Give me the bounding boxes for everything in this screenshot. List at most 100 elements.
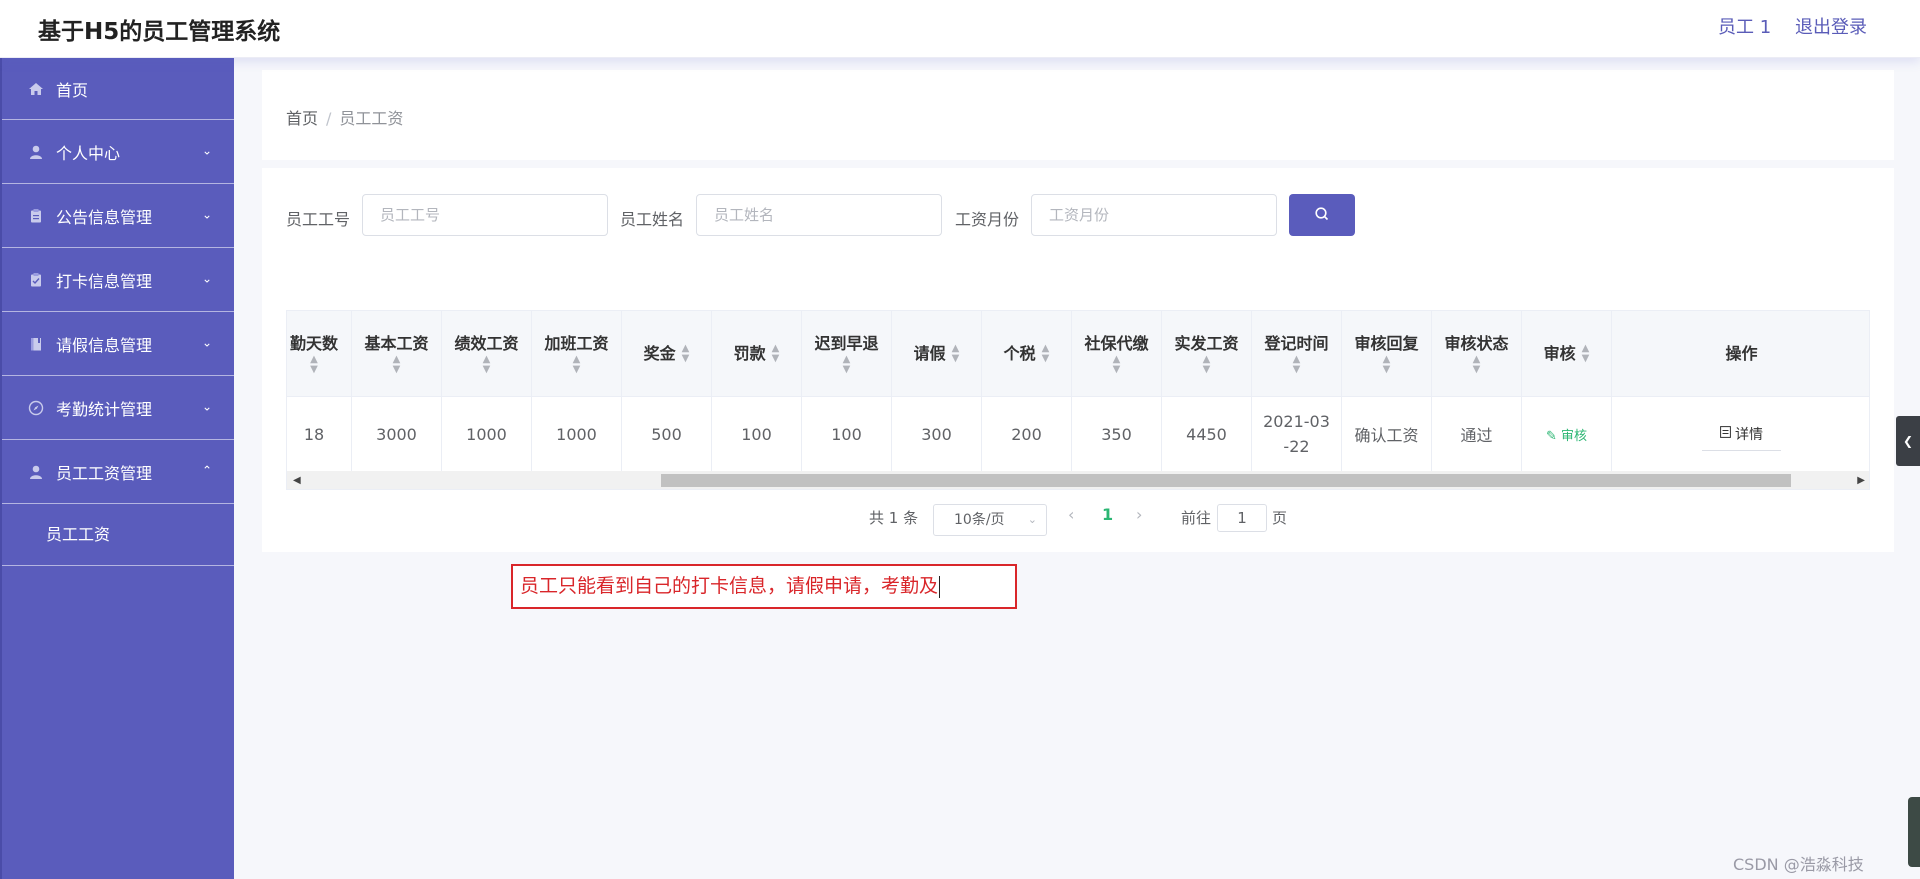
- search-button[interactable]: [1289, 194, 1355, 236]
- sidebar-item-attendance-stats[interactable]: 考勤统计管理 ⌄: [2, 376, 234, 440]
- column-header-social-security[interactable]: 社保代缴 ▲ ▼: [1072, 311, 1162, 396]
- cell-late-early: 100: [802, 397, 892, 471]
- scroll-left-arrow-icon[interactable]: ◀: [293, 475, 301, 486]
- column-header-performance-pay[interactable]: 绩效工资 ▲ ▼: [442, 311, 532, 396]
- sidebar-item-announcements[interactable]: 公告信息管理 ⌄: [2, 184, 234, 248]
- salary-list-card: 员工工号 员工姓名 工资月份 勤天数▲▼ 基本工资▲▼ 绩效工资▲▼ 加班工资▲…: [262, 168, 1894, 552]
- sort-icon[interactable]: ▲ ▼: [772, 343, 780, 364]
- column-header-bonus[interactable]: 奖金 ▲ ▼: [622, 311, 712, 396]
- salary-month-input[interactable]: [1031, 194, 1277, 236]
- sidebar-item-label: 公告信息管理: [56, 207, 153, 227]
- cell-register-time: 2021-03 -22: [1252, 397, 1342, 471]
- sort-icon[interactable]: ▲ ▼: [952, 343, 960, 364]
- register-time-date: 2021-03: [1263, 412, 1330, 431]
- cell-overtime-pay: 1000: [532, 397, 622, 471]
- side-scroll-strip: [1908, 797, 1920, 867]
- pagination-total: 共 1 条: [869, 509, 919, 527]
- employee-name-input[interactable]: [696, 194, 942, 236]
- table-header: 勤天数 ▲ ▼ 基本工资 ▲ ▼ 绩效工资 ▲ ▼ 加班工资 ▲ ▼ 奖金 ▲ ▼ 罚款 ▲ ▼ 迟到早…: [287, 311, 1869, 397]
- cell-fine: 100: [712, 397, 802, 471]
- breadcrumb-home[interactable]: 首页: [286, 109, 318, 128]
- sidebar-item-leave[interactable]: 请假信息管理 ⌄: [2, 312, 234, 376]
- column-header-actions: 操作: [1725, 343, 1758, 363]
- column-header-review-reply[interactable]: 审核回复 ▲ ▼: [1342, 311, 1432, 396]
- column-header-fine[interactable]: 罚款 ▲ ▼: [712, 311, 802, 396]
- breadcrumb: 首页 / 员工工资: [286, 105, 403, 129]
- sort-icon[interactable]: ▲ ▼: [682, 343, 690, 364]
- page-suffix: 页: [1272, 509, 1288, 527]
- user-icon: [28, 464, 44, 480]
- sidebar-item-personal-center[interactable]: 个人中心 ⌄: [2, 120, 234, 184]
- sort-icon[interactable]: ▲ ▼: [483, 354, 491, 375]
- sort-icon[interactable]: ▲ ▼: [843, 354, 851, 375]
- goto-page-input[interactable]: [1217, 504, 1267, 532]
- employee-id-input[interactable]: [362, 194, 608, 236]
- scroll-right-arrow-icon[interactable]: ▶: [1857, 475, 1865, 486]
- sort-icon[interactable]: ▲ ▼: [1293, 354, 1301, 375]
- column-header-overtime-pay[interactable]: 加班工资 ▲ ▼: [532, 311, 622, 396]
- sidebar-subitem-salary[interactable]: 员工工资: [2, 504, 234, 566]
- sidebar-item-attendance-punch[interactable]: 打卡信息管理 ⌄: [2, 248, 234, 312]
- notebook-icon: [28, 336, 44, 352]
- column-header-base-salary[interactable]: 基本工资 ▲ ▼: [352, 311, 442, 396]
- next-page-icon[interactable]: ›: [1136, 505, 1142, 524]
- edit-icon: ✎: [1545, 428, 1557, 444]
- detail-button[interactable]: 详情: [1702, 417, 1781, 451]
- sort-icon[interactable]: ▲ ▼: [1113, 354, 1121, 375]
- sidebar-item-salary-management[interactable]: 员工工资管理 ⌃: [2, 440, 234, 504]
- column-header-tax[interactable]: 个税 ▲ ▼: [982, 311, 1072, 396]
- home-icon: [28, 81, 44, 97]
- sidebar-item-label: 考勤统计管理: [56, 399, 153, 419]
- page-size-select[interactable]: 10条/页 ⌄: [933, 504, 1047, 536]
- sort-icon[interactable]: ▲ ▼: [1582, 343, 1590, 364]
- search-icon: [1314, 206, 1330, 225]
- column-header-review[interactable]: 审核 ▲ ▼: [1522, 311, 1612, 396]
- sort-icon[interactable]: ▲ ▼: [1473, 354, 1481, 375]
- chevron-down-icon: ⌄: [1027, 513, 1037, 526]
- clipboard-icon: [28, 208, 44, 224]
- sort-icon[interactable]: ▲ ▼: [1042, 343, 1050, 364]
- scrollbar-thumb[interactable]: [661, 474, 1791, 487]
- sidebar-item-label: 首页: [56, 80, 89, 100]
- column-header-net-pay[interactable]: 实发工资 ▲ ▼: [1162, 311, 1252, 396]
- chevron-down-icon: ⌄: [201, 335, 212, 350]
- column-header-leave[interactable]: 请假 ▲ ▼: [892, 311, 982, 396]
- document-icon: [1720, 425, 1731, 442]
- side-panel-toggle[interactable]: ❮: [1896, 416, 1920, 466]
- chevron-left-icon: ❮: [1902, 434, 1914, 448]
- table-row: 18 3000 1000 1000 500 100 100 300 200 35…: [287, 397, 1869, 471]
- sidebar-item-label: 员工工资管理: [56, 463, 153, 483]
- current-user[interactable]: 员工 1: [1718, 13, 1771, 39]
- text-cursor: [939, 576, 941, 598]
- watermark: CSDN @浩淼科技: [1733, 855, 1864, 874]
- cell-review: ✎ 审核: [1522, 397, 1612, 471]
- sort-icon[interactable]: ▲ ▼: [393, 354, 401, 375]
- sort-icon[interactable]: ▲ ▼: [573, 354, 581, 375]
- column-header-late-early[interactable]: 迟到早退 ▲ ▼: [802, 311, 892, 396]
- breadcrumb-card: 首页 / 员工工资: [262, 70, 1894, 160]
- sort-icon[interactable]: ▲ ▼: [1203, 354, 1211, 375]
- column-header-review-status[interactable]: 审核状态 ▲ ▼: [1432, 311, 1522, 396]
- cell-performance-pay: 1000: [442, 397, 532, 471]
- logout-link[interactable]: 退出登录: [1795, 13, 1867, 39]
- horizontal-scrollbar[interactable]: ◀ ▶: [287, 471, 1869, 489]
- app-title: 基于H5的员工管理系统: [38, 19, 281, 45]
- cell-review-status: 通过: [1432, 397, 1522, 471]
- prev-page-icon[interactable]: ‹: [1068, 505, 1074, 524]
- salary-month-label: 工资月份: [955, 210, 1020, 229]
- annotation-textbox[interactable]: 员工只能看到自己的打卡信息，请假申请，考勤及: [511, 564, 1017, 609]
- user-icon: [28, 144, 44, 160]
- sort-icon[interactable]: ▲ ▼: [1383, 354, 1391, 375]
- column-header-attendance-days[interactable]: 勤天数 ▲ ▼: [287, 311, 352, 396]
- sidebar-item-home[interactable]: 首页: [2, 58, 234, 120]
- cell-actions: 详情: [1612, 397, 1869, 471]
- employee-id-label: 员工工号: [286, 210, 351, 229]
- review-link[interactable]: ✎ 审核: [1546, 425, 1587, 444]
- sort-icon[interactable]: ▲ ▼: [310, 354, 318, 375]
- page-number-1[interactable]: 1: [1102, 505, 1113, 524]
- column-header-register-time[interactable]: 登记时间 ▲ ▼: [1252, 311, 1342, 396]
- clipboard-check-icon: [28, 272, 44, 288]
- goto-label: 前往: [1181, 509, 1212, 527]
- chevron-up-icon: ⌃: [201, 463, 212, 478]
- chevron-down-icon: ⌄: [201, 271, 212, 286]
